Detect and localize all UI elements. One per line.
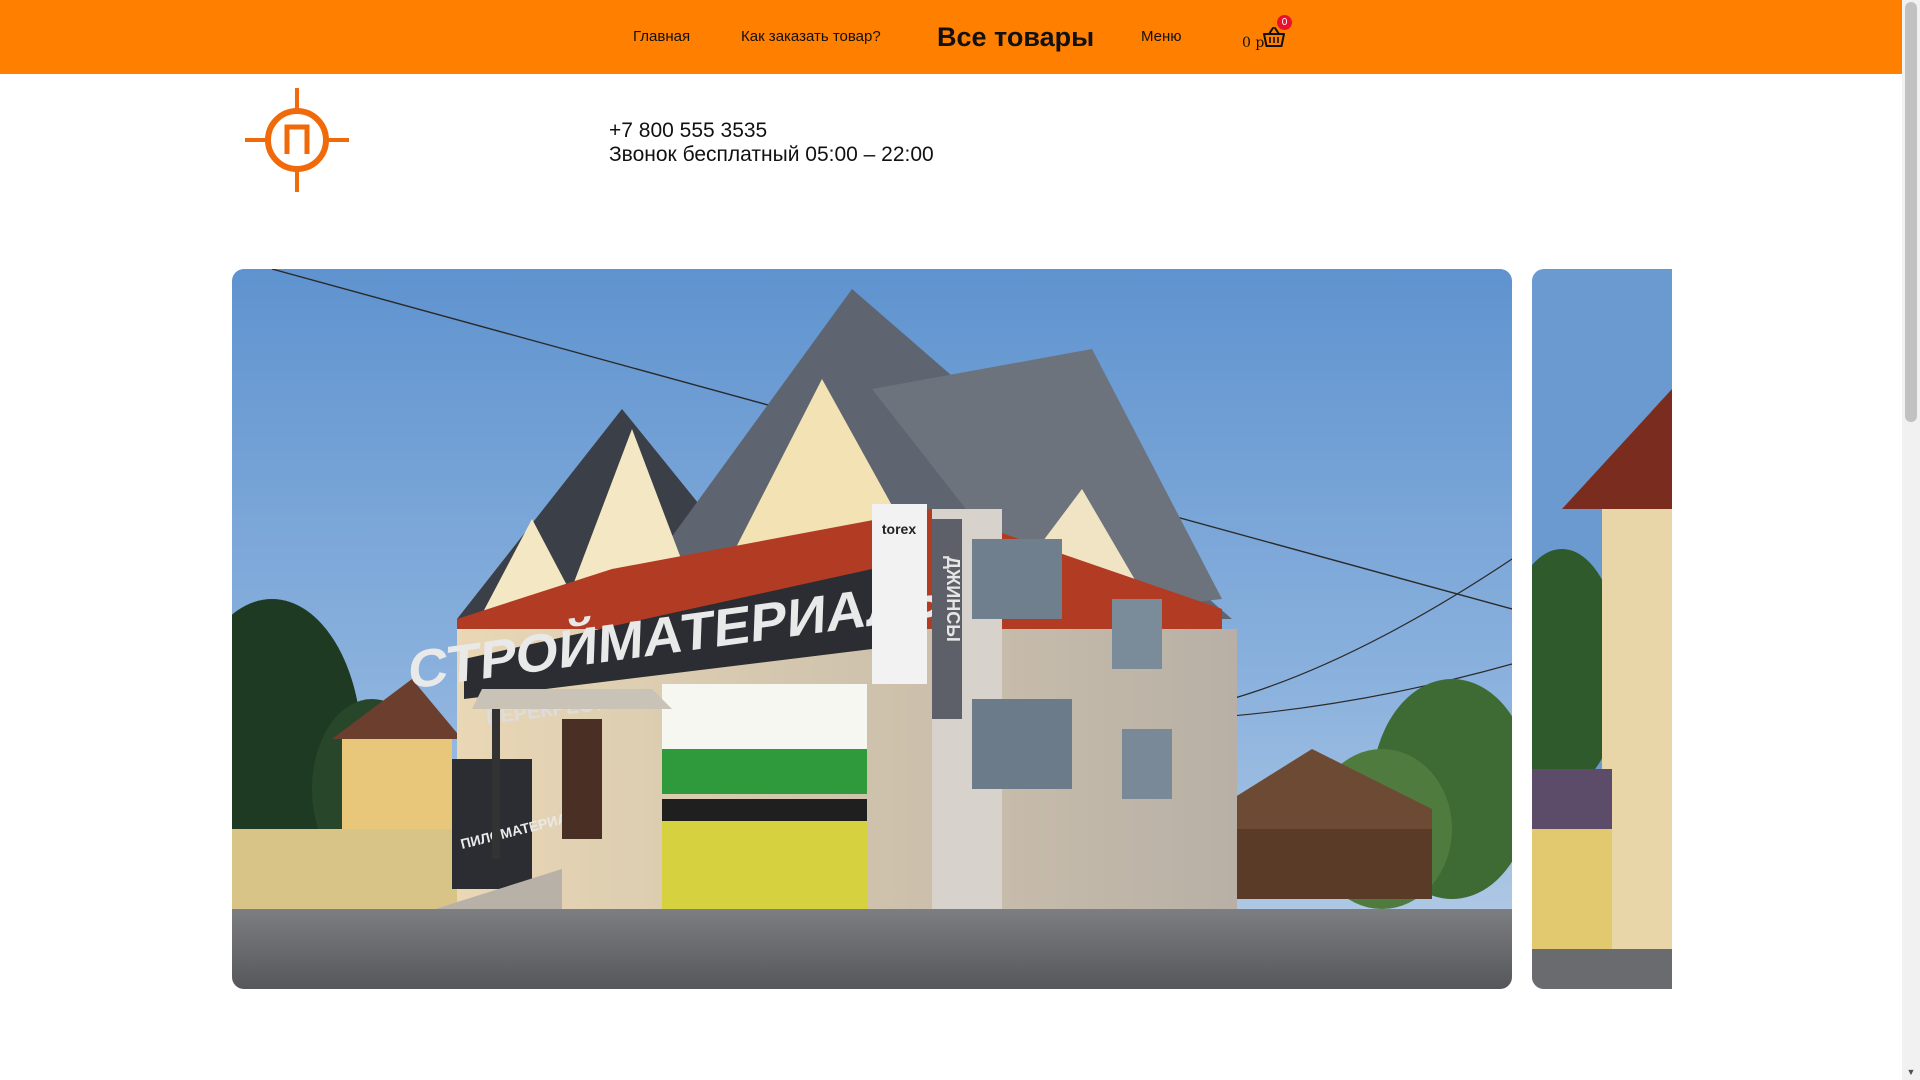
photo-slider[interactable]: СТРОЙМАТЕРИАЛЫ ПЕРЕКРЕСТОК torex ДЖИНСЫ … bbox=[232, 269, 1672, 989]
cart-count-badge: 0 bbox=[1277, 15, 1292, 30]
store-building-photo: СТРОЙМАТЕРИАЛЫ ПЕРЕКРЕСТОК torex ДЖИНСЫ … bbox=[232, 269, 1512, 989]
contact-block: +7 800 555 3535 Звонок бесплатный 05:00 … bbox=[609, 119, 934, 167]
slide-store-photo[interactable]: СТРОЙМАТЕРИАЛЫ ПЕРЕКРЕСТОК torex ДЖИНСЫ … bbox=[232, 269, 1512, 989]
slide-next-photo[interactable] bbox=[1532, 269, 1672, 989]
sign-side-text: ДЖИНСЫ bbox=[943, 556, 963, 642]
page-scrollbar[interactable]: ▼ bbox=[1902, 0, 1920, 1080]
crosshair-logo-icon bbox=[245, 88, 349, 192]
nav-how-to-order-link[interactable]: Как заказать товар? bbox=[741, 0, 881, 74]
phone-number[interactable]: +7 800 555 3535 bbox=[609, 119, 934, 143]
nav-home-link[interactable]: Главная bbox=[633, 0, 690, 74]
sign-torex-text: torex bbox=[882, 521, 916, 537]
next-slide-photo bbox=[1532, 269, 1672, 989]
nav-all-products-link[interactable]: Все товары bbox=[937, 0, 1094, 74]
logo[interactable] bbox=[245, 88, 349, 192]
cart-button[interactable]: 0 р 0 bbox=[1242, 15, 1292, 58]
scroll-down-arrow-icon[interactable]: ▼ bbox=[1905, 1066, 1917, 1078]
top-navigation-bar: Главная Как заказать товар? Все товары М… bbox=[0, 0, 1902, 74]
scrollbar-thumb[interactable] bbox=[1905, 2, 1917, 422]
nav-menu-link[interactable]: Меню bbox=[1141, 0, 1182, 74]
cart-total: 0 р bbox=[1242, 35, 1265, 51]
page: Главная Как заказать товар? Все товары М… bbox=[0, 0, 1920, 1080]
call-hours: Звонок бесплатный 05:00 – 22:00 bbox=[609, 143, 934, 166]
